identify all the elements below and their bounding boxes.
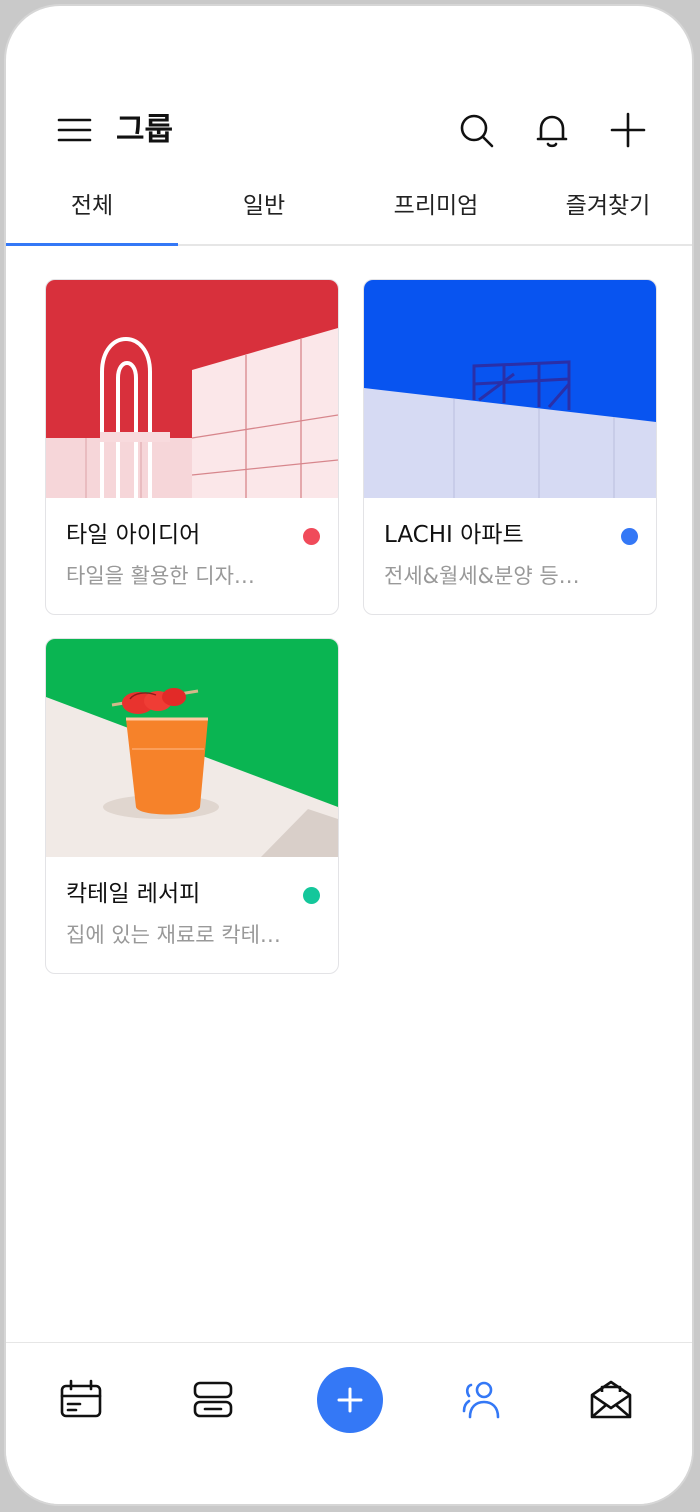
nav-groups-button[interactable]	[458, 1375, 508, 1425]
add-group-button[interactable]	[606, 108, 650, 152]
group-thumbnail	[46, 639, 338, 857]
bottom-nav	[6, 1342, 692, 1504]
group-title: 타일 아이디어	[66, 522, 201, 548]
group-title: LACHI 아파트	[384, 522, 524, 548]
group-card[interactable]: 칵테일 레서피 집에 있는 재료로 칵테…	[45, 638, 339, 974]
plus-icon	[610, 112, 646, 148]
search-button[interactable]	[454, 108, 498, 152]
group-description: 전세&월세&분양 등…	[384, 564, 580, 588]
group-title: 칵테일 레서피	[66, 881, 201, 907]
menu-button[interactable]	[52, 108, 96, 152]
nav-mail-button[interactable]	[586, 1375, 636, 1425]
group-thumbnail	[46, 280, 338, 498]
page-title: 그룹	[116, 112, 174, 148]
nav-calendar-button[interactable]	[56, 1375, 106, 1425]
nav-add-button[interactable]	[317, 1367, 383, 1433]
group-card[interactable]: 타일 아이디어 타일을 활용한 디자…	[45, 279, 339, 615]
notification-button[interactable]	[530, 108, 574, 152]
tab-bar: 전체 일반 프리미엄 즐겨찾기	[6, 176, 692, 246]
status-dot	[621, 528, 638, 545]
app-screen: 그룹 전체 일반 프리미엄 즐겨찾기 타일 아이디어 타일을 활용한 디자… L…	[4, 4, 694, 1506]
tab-favorites[interactable]: 즐겨찾기	[522, 176, 692, 244]
nav-list-button[interactable]	[188, 1375, 238, 1425]
status-dot	[303, 528, 320, 545]
search-icon	[460, 114, 494, 148]
mail-icon	[590, 1380, 632, 1419]
people-icon	[462, 1381, 500, 1419]
tab-all[interactable]: 전체	[6, 176, 178, 246]
list-icon	[193, 1381, 233, 1418]
tab-general[interactable]: 일반	[178, 176, 350, 244]
bell-icon	[536, 115, 568, 148]
group-thumbnail	[364, 280, 656, 498]
calendar-icon	[60, 1379, 102, 1418]
menu-icon	[57, 118, 92, 142]
group-description: 집에 있는 재료로 칵테…	[66, 923, 281, 947]
tab-premium[interactable]: 프리미엄	[350, 176, 522, 244]
group-card[interactable]: LACHI 아파트 전세&월세&분양 등…	[363, 279, 657, 615]
plus-icon	[337, 1387, 363, 1413]
status-dot	[303, 887, 320, 904]
header: 그룹	[6, 102, 692, 166]
group-description: 타일을 활용한 디자…	[66, 564, 255, 588]
